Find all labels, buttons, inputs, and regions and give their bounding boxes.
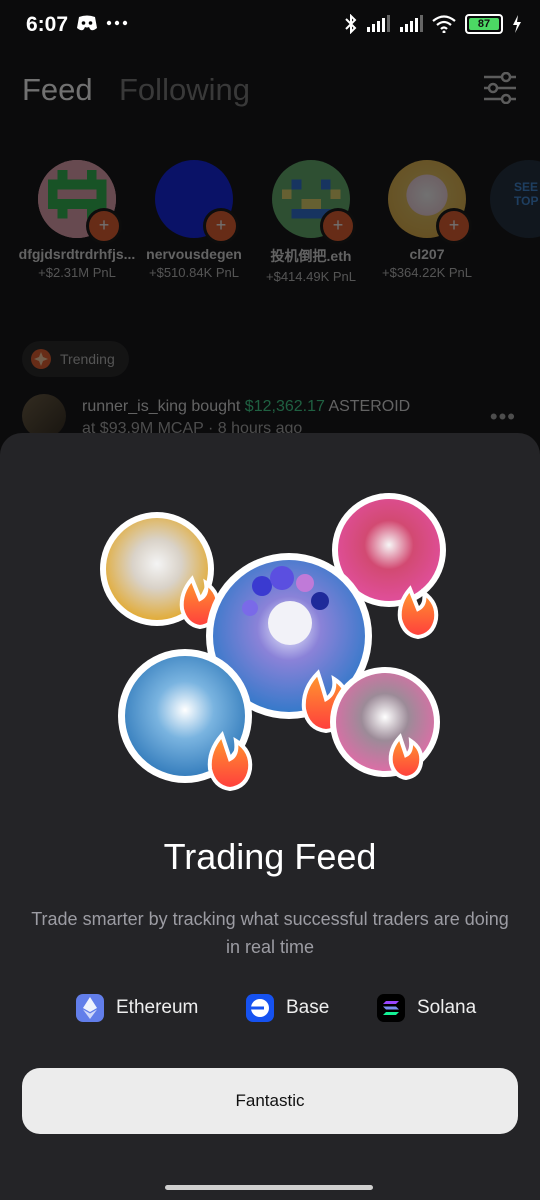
trending-icon [31,349,51,369]
chain-label: Ethereum [116,997,199,1018]
avatar: + [38,160,122,244]
home-indicator[interactable] [165,1185,373,1190]
activity-action: bought [191,398,241,415]
trader-card[interactable]: + 投机倒把.eth +$414.49K PnL [252,160,370,284]
solana-icon [377,994,405,1022]
avatar: + [272,160,356,244]
activity-token[interactable]: ASTEROID [328,398,410,415]
sheet-description: Trade smarter by tracking what successfu… [31,909,509,957]
trader-avatars-illustration [100,493,446,792]
trader-name: 投机倒把.eth [270,248,352,264]
see-top-label: TOP [514,194,539,208]
discord-icon [77,15,97,31]
feed-header: Feed Following [0,60,540,120]
status-right-icons: 87 [345,14,522,34]
avatar [100,512,221,630]
trending-label: Trending [60,351,115,367]
trader-pnl: +$2.31M PnL [38,265,116,280]
more-options-icon[interactable]: ••• [490,404,516,430]
trader-name: nervousdegen [146,246,242,262]
top-traders-row: + dfgjdsrdtrdrhfjs... +$2.31M PnL + nerv… [0,160,540,290]
onboarding-sheet: Trading Feed Trade smarter by tracking w… [0,433,540,1200]
chain-base: Base [246,994,329,1022]
status-time: 6:07 [26,13,69,36]
follow-plus-button[interactable]: + [86,208,122,244]
avatar: + [388,160,472,244]
see-top-button[interactable]: SEE TOP [490,160,540,238]
tab-following[interactable]: Following [119,72,250,108]
follow-plus-button[interactable]: + [203,208,239,244]
supported-chains: Ethereum Base Solana [0,994,540,1024]
avatar: + [155,160,239,244]
trader-card[interactable]: + dfgjdsrdtrdrhfjs... +$2.31M PnL [18,160,136,280]
see-top-label: SEE [514,180,539,194]
sheet-title: Trading Feed [163,836,377,877]
signal-icon [400,15,423,32]
follow-plus-button[interactable]: + [436,208,472,244]
ethereum-icon [76,994,104,1022]
activity-item[interactable]: runner_is_king bought $12,362.17 ASTEROI… [22,392,522,438]
battery-icon: 87 [465,14,503,34]
trader-name: cl207 [409,246,445,262]
tab-feed[interactable]: Feed [22,72,93,108]
avatar [22,394,66,438]
trader-pnl: +$510.84K PnL [149,265,239,280]
chain-label: Base [286,997,330,1018]
status-bar: 6:07 87 [0,0,540,56]
fantastic-button[interactable]: Fantastic [22,1068,518,1134]
bluetooth-icon [345,14,357,34]
follow-plus-button[interactable]: + [320,208,356,244]
trader-name: dfgjdsrdtrdrhfjs... [18,246,136,262]
trader-card[interactable]: + nervousdegen +$510.84K PnL [135,160,253,280]
activity-text: runner_is_king bought $12,362.17 ASTEROI… [82,398,410,416]
more-dots-icon [106,20,128,26]
sliders-icon[interactable] [482,72,518,104]
trader-card[interactable]: + cl207 +$364.22K PnL [368,160,486,280]
avatar [118,649,253,792]
trending-chip[interactable]: Trending [22,341,129,377]
trader-pnl: +$414.49K PnL [266,269,356,284]
signal-icon [367,15,390,32]
avatar [330,667,440,781]
chain-solana: Solana [377,994,476,1022]
trader-pnl: +$364.22K PnL [382,265,472,280]
charging-icon [513,15,521,33]
status-left-icons [76,14,128,32]
battery-level: 87 [477,18,491,30]
chain-ethereum: Ethereum [76,994,198,1022]
base-icon [246,994,274,1022]
activity-amount: $12,362.17 [244,398,325,415]
wifi-icon [432,15,456,33]
activity-user[interactable]: runner_is_king [82,398,187,415]
chain-label: Solana [417,997,477,1018]
